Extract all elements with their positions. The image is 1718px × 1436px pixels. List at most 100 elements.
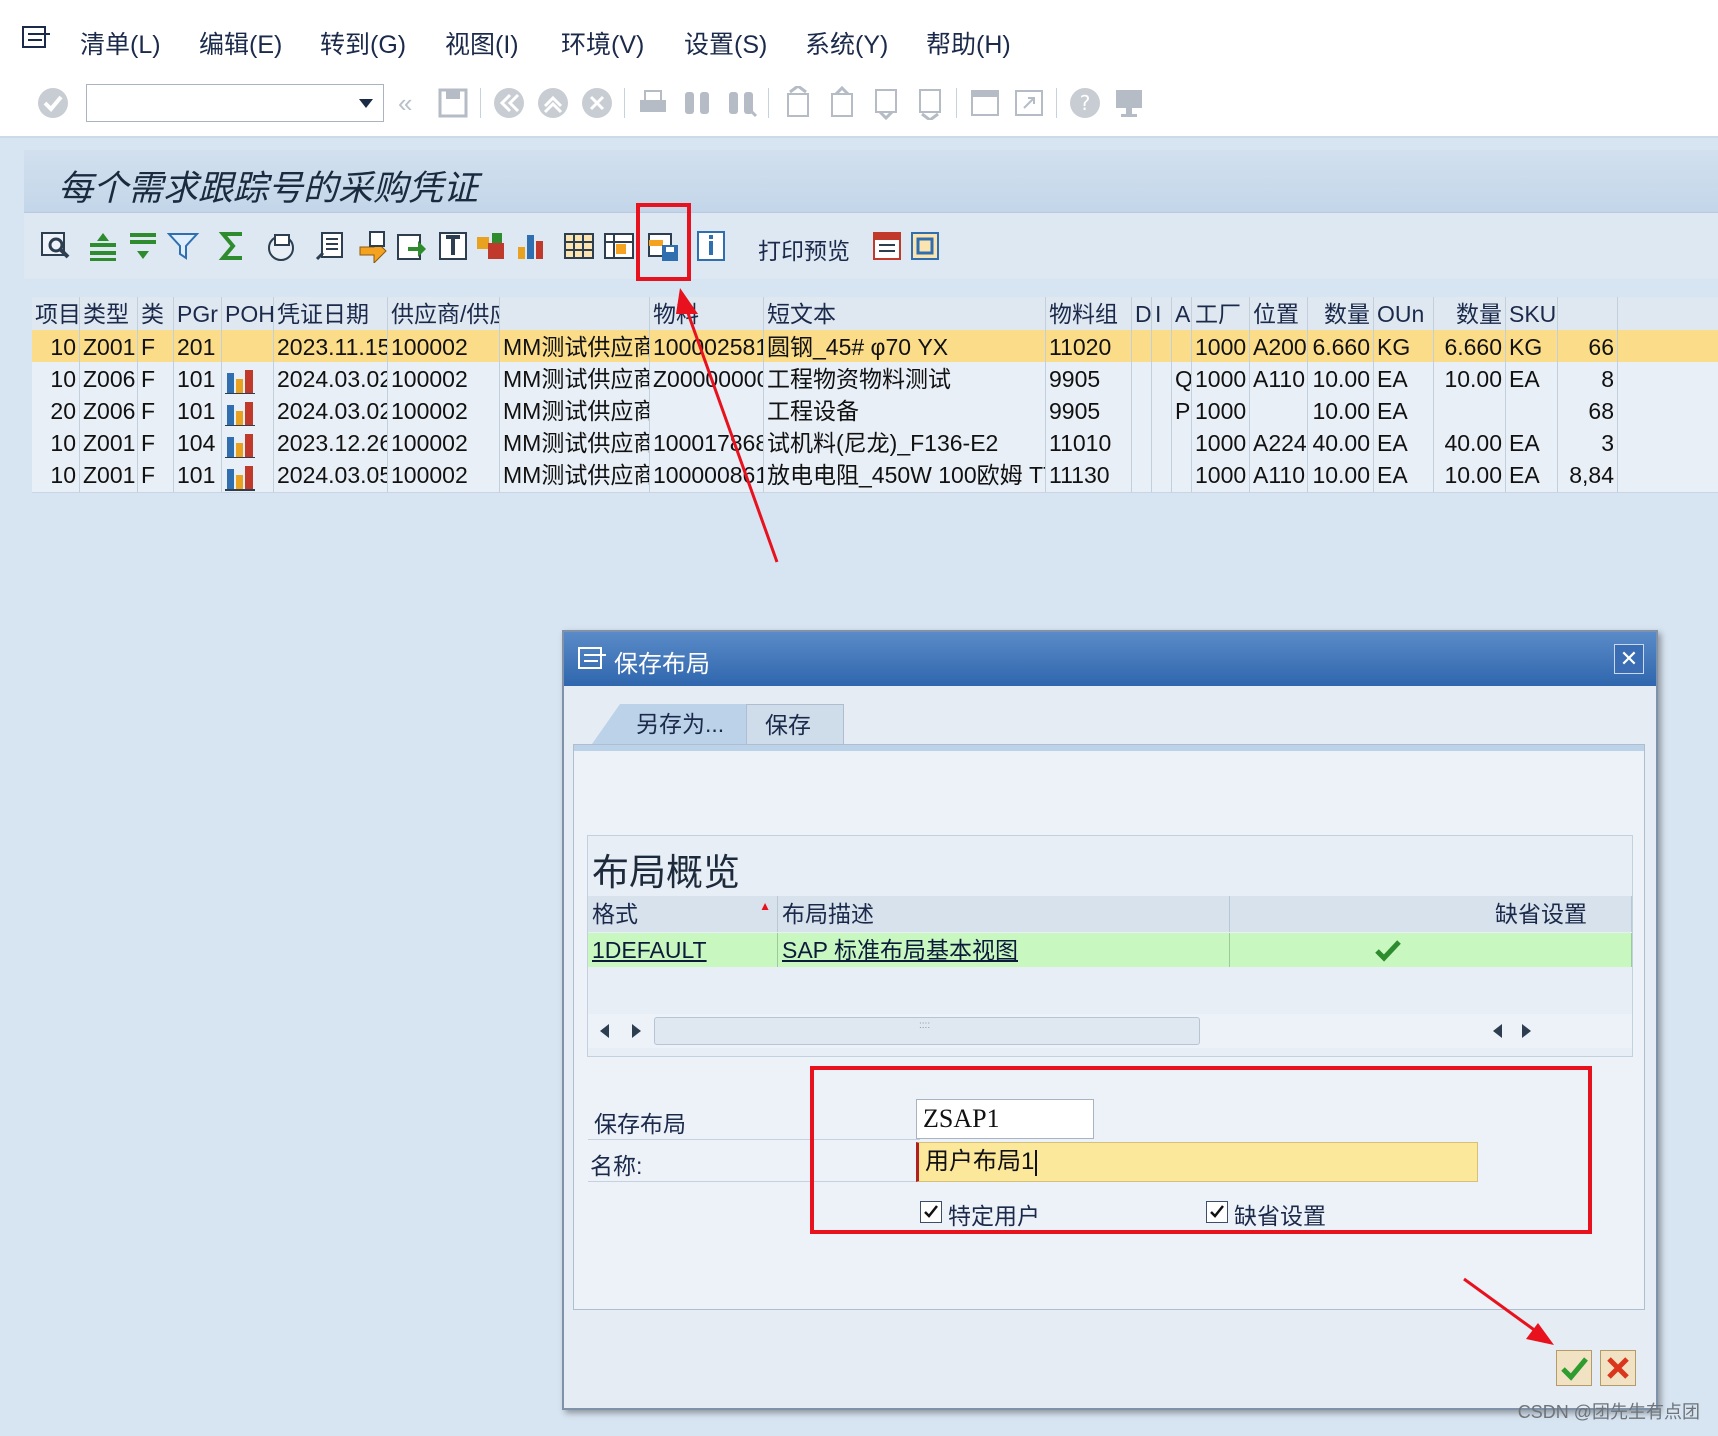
menu-edit[interactable]: 编辑(E) <box>199 25 282 61</box>
cell-item: 10 <box>32 362 80 396</box>
cell-quantity: 10.00 <box>1308 362 1374 396</box>
po-history-icon[interactable] <box>225 399 255 427</box>
export-icon[interactable] <box>356 229 390 263</box>
cell-material-group: 11130 <box>1046 458 1132 492</box>
help-icon[interactable]: ? <box>1068 86 1102 120</box>
scroll-right-icon[interactable] <box>1522 1024 1531 1038</box>
column-header-type[interactable]: 类型 <box>80 297 138 331</box>
print-preview-button[interactable]: 打印预览 <box>758 232 850 266</box>
column-header-sku[interactable]: SKU <box>1506 297 1558 331</box>
column-header-location[interactable]: 位置 <box>1250 297 1308 331</box>
grid-header-row[interactable]: 项目类型类PGrPOH凭证日期供应商/供应工厂物料短文本物料组DIA工厂位置数量… <box>32 297 1718 332</box>
table-row[interactable]: 10 Z001 F 101 2024.03.05 100002 MM测试供应商 1000008… <box>32 458 1718 493</box>
change-layout-icon[interactable] <box>602 229 636 263</box>
collapse-icon[interactable]: « <box>398 88 412 119</box>
cell-po-history <box>222 426 274 460</box>
column-header-net-value[interactable] <box>1558 297 1618 331</box>
column-header-material-group[interactable]: 物料组 <box>1046 297 1132 331</box>
last-page-icon[interactable] <box>912 86 946 120</box>
scroll-left-icon[interactable] <box>600 1024 609 1038</box>
send-icon[interactable] <box>394 229 428 263</box>
column-header-quantity-sku[interactable]: 数量 <box>1434 297 1506 331</box>
column-header-doc-date[interactable]: 凭证日期 <box>274 297 388 331</box>
print-icon[interactable] <box>636 86 670 120</box>
column-header-plant[interactable]: 工厂 <box>1192 297 1250 331</box>
scroll-left-icon[interactable] <box>1493 1024 1502 1038</box>
save-icon[interactable] <box>436 86 470 120</box>
previous-page-icon[interactable] <box>824 86 858 120</box>
column-header-short-text[interactable]: 短文本 <box>764 297 1046 331</box>
column-header-default[interactable]: 缺省设置 <box>1230 896 1632 932</box>
sort-descending-icon[interactable] <box>126 229 160 263</box>
close-button[interactable]: ✕ <box>1614 644 1644 674</box>
scroll-right-icon[interactable] <box>632 1024 641 1038</box>
column-header-vendor-name[interactable] <box>500 297 650 331</box>
column-header-description[interactable]: 布局描述 <box>778 896 1230 932</box>
table-row[interactable]: 10 Z001 F 104 2023.12.26 100002 MM测试供应商 1000178… <box>32 426 1718 461</box>
next-page-icon[interactable] <box>868 86 902 120</box>
column-header-category[interactable]: 类 <box>138 297 174 331</box>
cell-sku <box>1506 394 1558 428</box>
menu-view[interactable]: 视图(I) <box>445 25 519 61</box>
tab-save[interactable]: 保存 <box>746 704 844 745</box>
menu-help[interactable]: 帮助(H) <box>926 25 1011 61</box>
find-icon[interactable] <box>680 86 714 120</box>
cell-short-text: 圆钢_45# φ70 YX <box>764 330 1046 364</box>
scroll-thumb[interactable]: :::: <box>654 1017 1200 1045</box>
column-header-d[interactable]: D <box>1132 297 1152 331</box>
customize-layout-icon[interactable] <box>1112 86 1146 120</box>
sum-icon[interactable] <box>216 229 250 263</box>
column-header-order-unit[interactable]: OUn <box>1374 297 1434 331</box>
column-header-quantity[interactable]: 数量 <box>1308 297 1374 331</box>
column-header-purch-group[interactable]: PGr <box>174 297 222 331</box>
word-processing-icon[interactable] <box>436 229 470 263</box>
filter-icon[interactable] <box>166 229 200 263</box>
table-row[interactable]: 10 Z006 F 101 2024.03.02 100002 MM测试供应商 Z000000… <box>32 362 1718 397</box>
horizontal-scrollbar[interactable]: :::: <box>588 1014 1632 1048</box>
enter-check-icon[interactable] <box>36 86 70 120</box>
menu-settings[interactable]: 设置(S) <box>684 25 767 61</box>
table-row[interactable]: 20 Z006 F 101 2024.03.02 100002 MM测试供应商 工程设备 990… <box>32 394 1718 429</box>
print-list-icon[interactable] <box>314 229 348 263</box>
column-header-item[interactable]: 项目 <box>32 297 80 331</box>
subtotal-icon[interactable] <box>264 229 298 263</box>
menu-system[interactable]: 系统(Y) <box>805 25 888 61</box>
cancel-icon[interactable] <box>580 86 614 120</box>
sort-ascending-icon[interactable] <box>86 229 120 263</box>
chevron-down-icon[interactable] <box>359 99 373 108</box>
column-header-i[interactable]: I <box>1152 297 1172 331</box>
info-icon[interactable] <box>694 229 728 263</box>
column-header-po-history[interactable]: POH <box>222 297 274 331</box>
spreadsheet-icon[interactable] <box>474 229 508 263</box>
command-field[interactable] <box>86 84 384 122</box>
new-session-icon[interactable] <box>968 86 1002 120</box>
menu-environment[interactable]: 环境(V) <box>561 25 644 61</box>
column-header-a[interactable]: A <box>1172 297 1192 331</box>
cancel-button[interactable] <box>1600 1350 1636 1386</box>
layout-default-cell[interactable] <box>1230 933 1632 967</box>
confirm-button[interactable] <box>1556 1350 1592 1386</box>
table-row[interactable]: 10 Z001 F 201 2023.11.15 100002 MM测试供应商 1000025… <box>32 330 1718 364</box>
cell-category: F <box>138 362 174 396</box>
layout-grid-icon[interactable] <box>562 229 596 263</box>
column-header-vendor[interactable]: 供应商/供应工厂 <box>388 297 500 331</box>
app-menu-icon[interactable] <box>22 26 52 50</box>
details-icon[interactable] <box>38 229 72 263</box>
find-next-icon[interactable] <box>724 86 758 120</box>
first-page-icon[interactable] <box>780 86 814 120</box>
po-history-icon[interactable] <box>225 463 255 491</box>
exit-icon[interactable] <box>536 86 570 120</box>
cell-po-history <box>222 394 274 428</box>
menu-goto[interactable]: 转到(G) <box>320 25 406 61</box>
column-header-format[interactable]: 格式 ▲ <box>588 896 778 932</box>
po-history-icon[interactable] <box>225 431 255 459</box>
layout-description-cell[interactable]: SAP 标准布局基本视图 <box>778 933 1230 967</box>
layout-format-cell[interactable]: 1DEFAULT <box>588 933 778 967</box>
po-history-icon[interactable] <box>225 367 255 395</box>
graphic-icon[interactable] <box>514 229 548 263</box>
back-icon[interactable] <box>492 86 526 120</box>
calendar-icon[interactable] <box>870 229 904 263</box>
shortcut-icon[interactable] <box>1012 86 1046 120</box>
menu-list[interactable]: 清单(L) <box>80 25 161 61</box>
abc-analysis-icon[interactable] <box>908 229 942 263</box>
